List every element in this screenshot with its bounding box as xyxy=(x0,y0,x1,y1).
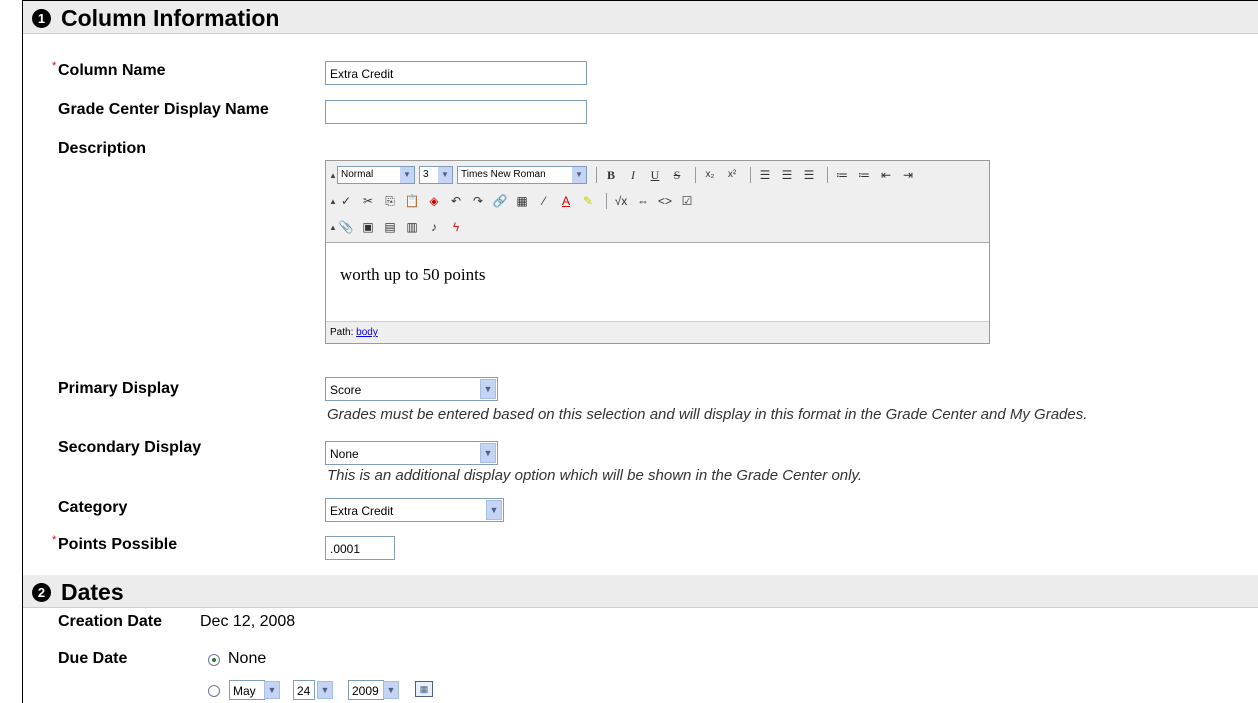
copy-icon[interactable]: ⎘ xyxy=(381,192,399,210)
toolbar-separator xyxy=(606,193,607,209)
toolbar-separator xyxy=(827,167,828,183)
required-marker: * xyxy=(52,60,57,72)
html-source-icon[interactable]: <> xyxy=(656,192,674,210)
subscript-icon[interactable]: x₂ xyxy=(701,166,719,184)
equation-icon[interactable]: √x xyxy=(612,192,630,210)
due-date-specific-radio[interactable] xyxy=(208,685,220,697)
due-month-select[interactable]: May xyxy=(229,680,265,700)
path-link-body[interactable]: body xyxy=(356,327,378,338)
toolbar-row-3: ▲ 📎 ▣ ▤ ▥ ♪ ϟ xyxy=(329,215,469,239)
collapse-caret-icon[interactable]: ▲ xyxy=(329,223,337,232)
points-possible-label: * Points Possible xyxy=(52,534,178,553)
secondary-display-help: This is an additional display option whi… xyxy=(327,467,863,484)
section-header-dates: 2 Dates xyxy=(23,575,1258,608)
chevron-down-icon[interactable]: ▼ xyxy=(264,681,280,699)
toolbar-separator xyxy=(596,167,597,183)
rich-text-editor: ▲ Normal ▼ 3 ▼ Times New Roman ▼ B I U S x₂… xyxy=(325,160,990,344)
path-label: Path: xyxy=(330,327,354,338)
editor-toolbar: ▲ Normal ▼ 3 ▼ Times New Roman ▼ B I U S x₂… xyxy=(326,161,989,243)
align-center-icon[interactable]: ☰ xyxy=(778,166,796,184)
format-select[interactable]: Normal ▼ xyxy=(337,166,415,184)
underline-icon[interactable]: U xyxy=(646,166,664,184)
align-left-icon[interactable]: ☰ xyxy=(756,166,774,184)
section-header-column-information: 1 Column Information xyxy=(23,1,1258,34)
insert-media-icon[interactable]: ▤ xyxy=(381,218,399,236)
chevron-down-icon[interactable]: ▼ xyxy=(317,681,333,699)
indent-icon[interactable]: ⇥ xyxy=(899,166,917,184)
collapse-caret-icon[interactable]: ▲ xyxy=(329,171,337,180)
paste-icon[interactable]: 📋 xyxy=(403,192,421,210)
section-title: Dates xyxy=(61,579,124,605)
primary-display-help: Grades must be entered based on this sel… xyxy=(327,406,1088,423)
points-possible-input[interactable]: .0001 xyxy=(325,536,395,560)
toolbar-row-2: ▲ ✓ ✂ ⎘ 📋 ◈ ↶ ↷ 🔗 ▦ ⁄ A ✎ √x ⇔ <> ☑ xyxy=(329,189,700,213)
chevron-down-icon: ▼ xyxy=(400,167,414,183)
bold-icon[interactable]: B xyxy=(602,166,620,184)
strikethrough-icon[interactable]: S xyxy=(668,166,686,184)
toolbar-separator xyxy=(695,167,696,183)
due-date-none-label: None xyxy=(228,650,267,667)
highlight-icon[interactable]: ✎ xyxy=(579,192,597,210)
toolbar-row-1: ▲ Normal ▼ 3 ▼ Times New Roman ▼ B I U S x₂… xyxy=(329,163,921,187)
primary-display-select[interactable]: Score ▼ xyxy=(325,377,498,401)
link-icon[interactable]: 🔗 xyxy=(491,192,509,210)
text-color-icon[interactable]: A xyxy=(557,192,575,210)
chevron-down-icon: ▼ xyxy=(480,443,496,463)
calendar-icon[interactable]: ▦ xyxy=(415,681,433,697)
outdent-icon[interactable]: ⇤ xyxy=(877,166,895,184)
preview-icon[interactable]: ☑ xyxy=(678,192,696,210)
primary-display-label: Primary Display xyxy=(58,380,179,397)
table-icon[interactable]: ▦ xyxy=(513,192,531,210)
attach-file-icon[interactable]: 📎 xyxy=(337,218,355,236)
section-number: 1 xyxy=(32,9,51,28)
due-date-label: Due Date xyxy=(58,650,128,667)
column-name-label: * Column Name xyxy=(52,60,166,79)
editor-content[interactable]: worth up to 50 points xyxy=(340,265,485,285)
chevron-down-icon: ▼ xyxy=(438,167,452,183)
display-name-label: Grade Center Display Name xyxy=(58,101,269,118)
display-name-input[interactable] xyxy=(325,100,587,124)
direction-icon[interactable]: ⇔ xyxy=(634,192,652,210)
insert-audio-icon[interactable]: ♪ xyxy=(425,218,443,236)
font-family-select[interactable]: Times New Roman ▼ xyxy=(457,166,587,184)
cut-icon[interactable]: ✂ xyxy=(359,192,377,210)
horizontal-line-icon[interactable]: ⁄ xyxy=(535,192,553,210)
due-year-select[interactable]: 2009 xyxy=(348,680,384,700)
numbered-list-icon[interactable]: ≔ xyxy=(833,166,851,184)
section-number: 2 xyxy=(32,583,51,602)
required-marker: * xyxy=(52,534,57,546)
chevron-down-icon: ▼ xyxy=(572,167,586,183)
description-label: Description xyxy=(58,140,147,157)
section-title: Column Information xyxy=(61,5,280,31)
superscript-icon[interactable]: x² xyxy=(723,166,741,184)
category-label: Category xyxy=(58,499,128,516)
creation-date-label: Creation Date xyxy=(58,613,163,630)
undo-icon[interactable]: ↶ xyxy=(447,192,465,210)
paste-special-icon[interactable]: ◈ xyxy=(425,192,443,210)
spellcheck-icon[interactable]: ✓ xyxy=(337,192,355,210)
editor-path-bar: Path: body xyxy=(326,321,989,343)
font-size-select[interactable]: 3 ▼ xyxy=(419,166,453,184)
bullet-list-icon[interactable]: ≔ xyxy=(855,166,873,184)
insert-document-icon[interactable]: ▥ xyxy=(403,218,421,236)
due-day-select[interactable]: 24 xyxy=(293,680,315,700)
column-name-input[interactable]: Extra Credit xyxy=(325,61,587,85)
italic-icon[interactable]: I xyxy=(624,166,642,184)
chevron-down-icon[interactable]: ▼ xyxy=(383,681,399,699)
chevron-down-icon: ▼ xyxy=(486,500,502,520)
toolbar-separator xyxy=(750,167,751,183)
creation-date-value: Dec 12, 2008 xyxy=(200,613,296,630)
secondary-display-label: Secondary Display xyxy=(58,439,202,456)
redo-icon[interactable]: ↷ xyxy=(469,192,487,210)
due-date-none-radio[interactable] xyxy=(208,654,220,666)
insert-image-icon[interactable]: ▣ xyxy=(359,218,377,236)
collapse-caret-icon[interactable]: ▲ xyxy=(329,197,337,206)
align-right-icon[interactable]: ☰ xyxy=(800,166,818,184)
category-select[interactable]: Extra Credit ▼ xyxy=(325,498,504,522)
insert-flash-icon[interactable]: ϟ xyxy=(447,218,465,236)
secondary-display-select[interactable]: None ▼ xyxy=(325,441,498,465)
chevron-down-icon: ▼ xyxy=(480,379,496,399)
